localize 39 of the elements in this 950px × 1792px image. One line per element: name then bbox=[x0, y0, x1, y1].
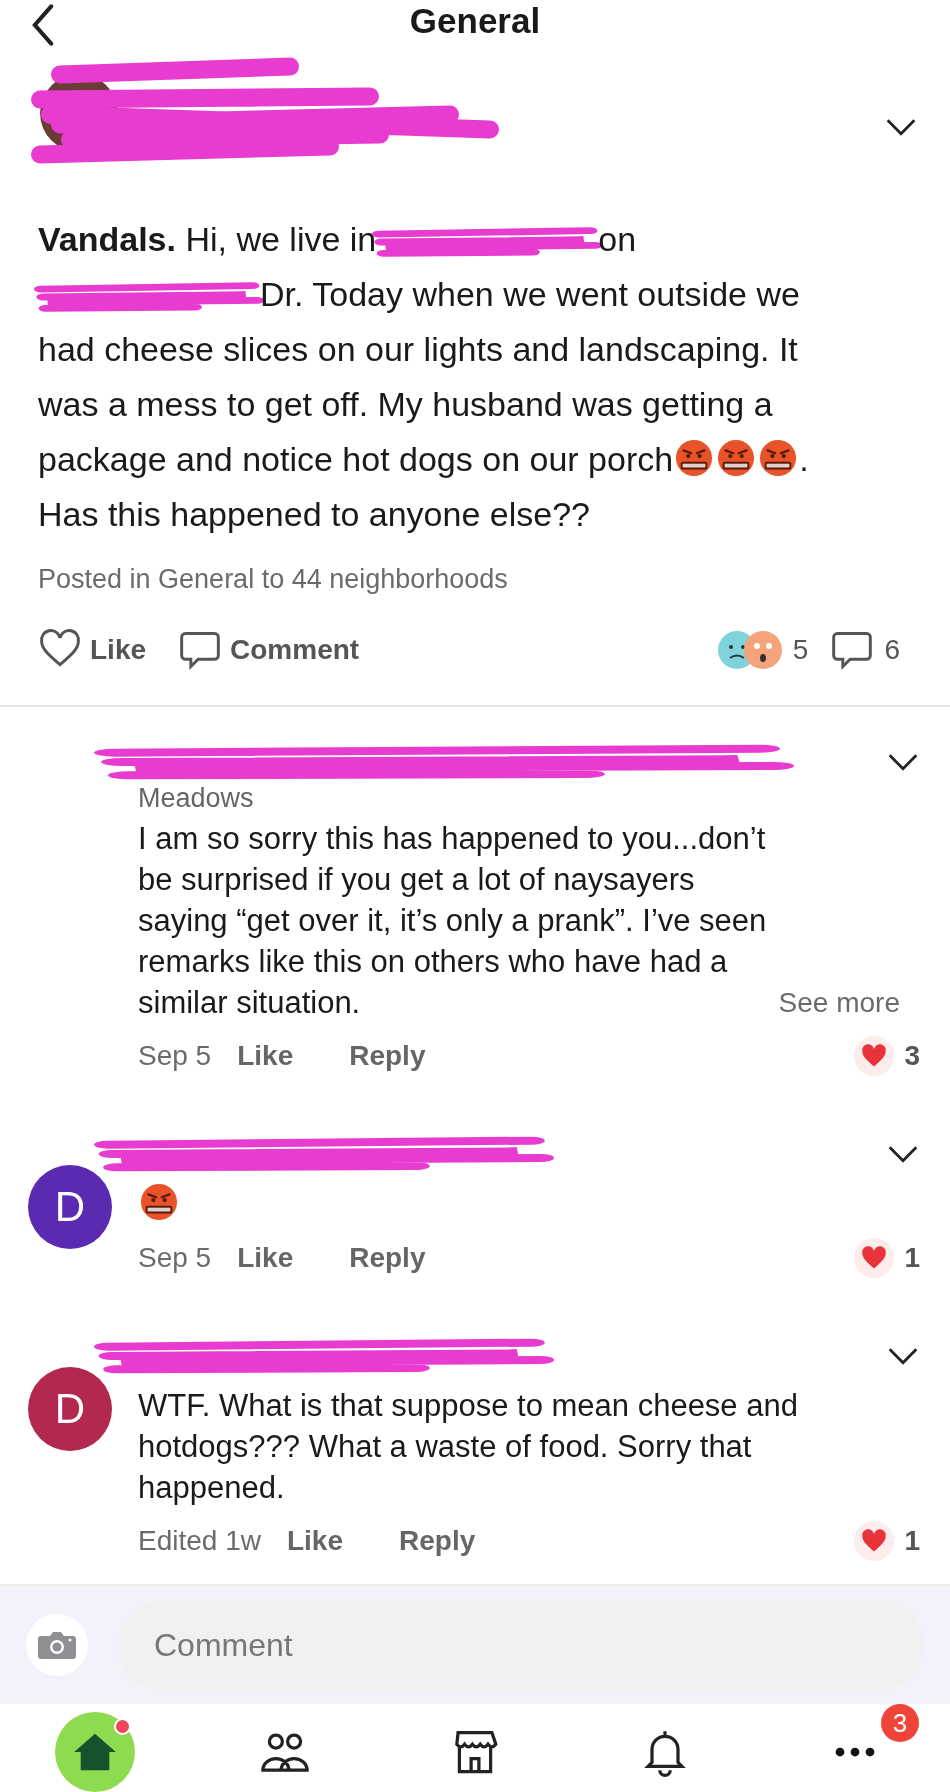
more-icon bbox=[835, 1747, 875, 1757]
chevron-down-icon[interactable] bbox=[886, 1144, 920, 1164]
like-button[interactable]: Like bbox=[38, 628, 147, 672]
like-count: 1 bbox=[904, 1242, 920, 1274]
like-button[interactable]: Like bbox=[237, 1242, 294, 1274]
angry-face-icon bbox=[717, 439, 756, 477]
comment-text: WTF. What is that suppose to mean cheese and hotdogs??? What a waste of food. Sorry that happened. bbox=[138, 1387, 799, 1507]
angry-face-icon bbox=[140, 1183, 178, 1221]
avatar: D bbox=[28, 1165, 112, 1249]
like-button[interactable]: Like bbox=[237, 1040, 294, 1072]
comment-count: 6 bbox=[884, 634, 900, 666]
reply-button[interactable]: Reply bbox=[349, 1242, 426, 1274]
angry-face-icon bbox=[675, 439, 714, 477]
like-count: 1 bbox=[904, 1525, 920, 1557]
avatar: D bbox=[28, 1367, 112, 1451]
see-more-link[interactable]: See more bbox=[778, 987, 900, 1019]
chevron-down-icon[interactable] bbox=[886, 1346, 920, 1366]
post-text: Vandals. Hi, we live in on Dr. Today when we went outside we had cheese slices on our lights and landscaping. It was a mess to get off. My husband was getting a package and notice hot dogs on our porch . Has this happened to anyone else?? bbox=[38, 212, 828, 542]
notification-badge: 3 bbox=[881, 1704, 919, 1742]
reply-button[interactable]: Reply bbox=[349, 1040, 426, 1072]
camera-icon bbox=[37, 1629, 77, 1661]
comment-field[interactable]: Comment bbox=[118, 1600, 924, 1690]
comment-button[interactable]: Comment bbox=[178, 628, 360, 672]
back-icon[interactable] bbox=[30, 4, 56, 46]
neighborhood-text: Meadows bbox=[138, 783, 255, 814]
angry-face-icon bbox=[759, 439, 798, 477]
posted-in-text: Posted in General to 44 neighborhoods bbox=[38, 564, 509, 595]
page-title: General bbox=[409, 0, 541, 42]
chevron-down-icon[interactable] bbox=[886, 752, 920, 772]
comment-time: Sep 5 bbox=[138, 1242, 212, 1274]
comment-time: Edited 1w bbox=[138, 1525, 261, 1557]
comment-text: I am so sorry this has happened to you...don’t be surprised if you get a lot of naysayers saying “get over it, it’s only a prank”. I’ve seen remarks like this on others who have had a similar situation. bbox=[138, 820, 768, 1022]
chevron-down-icon[interactable] bbox=[884, 117, 918, 137]
reaction-faces-icon bbox=[716, 630, 783, 670]
reaction-count: 5 bbox=[792, 634, 809, 666]
like-count: 3 bbox=[904, 1040, 920, 1072]
comment-time: Sep 5 bbox=[138, 1040, 212, 1072]
like-button[interactable]: Like bbox=[286, 1525, 343, 1557]
reply-button[interactable]: Reply bbox=[399, 1525, 476, 1557]
